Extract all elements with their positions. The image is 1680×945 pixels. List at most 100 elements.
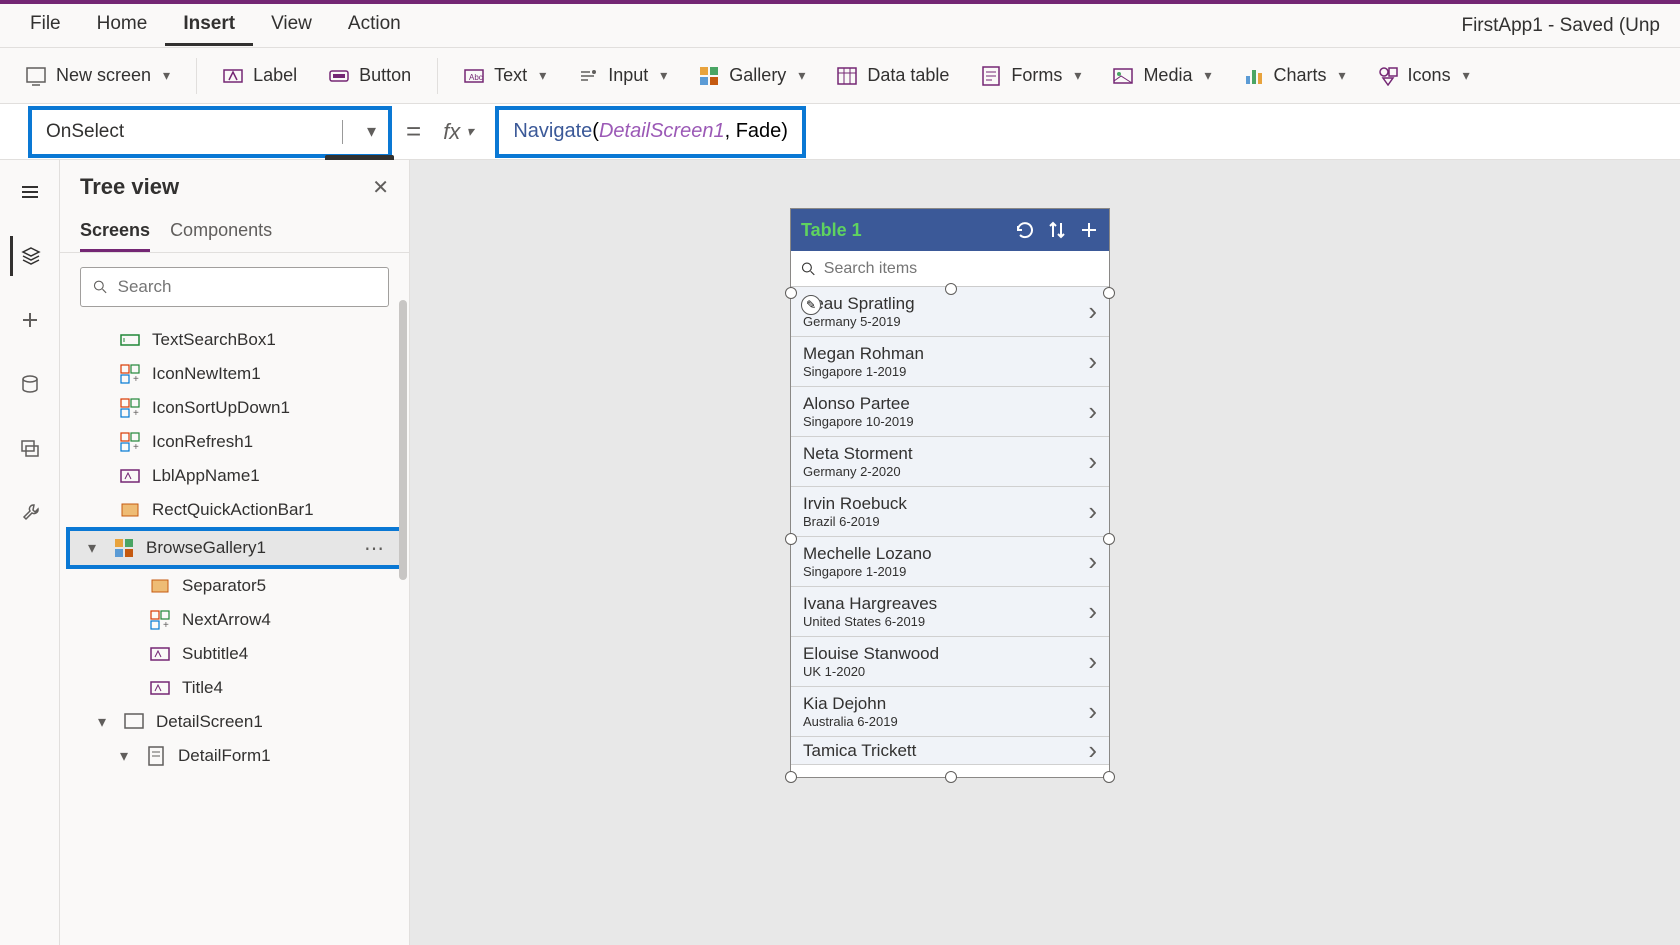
fx-label: fx [443,119,460,145]
tree-item-label: Subtitle4 [182,644,248,664]
phone-search-input[interactable] [824,260,1099,278]
selection-handle[interactable] [785,287,797,299]
tree-item-rectquickactionbar1[interactable]: RectQuickActionBar1 [60,493,409,527]
phone-search[interactable] [791,251,1109,287]
selection-handle[interactable] [1103,533,1115,545]
tree-item-separator5[interactable]: Separator5 [60,569,409,603]
selection-handle[interactable] [1103,287,1115,299]
menu-insert[interactable]: Insert [165,5,253,46]
row-title: Tamica Trickett [803,741,1088,761]
menu-action[interactable]: Action [330,5,419,46]
tree-item-lblappname1[interactable]: LblAppName1 [60,459,409,493]
chevron-right-icon: › [1088,646,1097,677]
tree-item-detailscreen1[interactable]: ▾DetailScreen1 [60,705,409,739]
gallery-row[interactable]: Alonso ParteeSingapore 10-2019› [791,387,1109,437]
tree-view-button[interactable] [10,236,50,276]
media-button[interactable]: Media ▾ [1099,59,1225,92]
menu-view[interactable]: View [253,5,330,46]
tree-item-detailform1[interactable]: ▾DetailForm1 [60,739,409,773]
hamburger-button[interactable] [10,172,50,212]
media-rail-button[interactable] [10,428,50,468]
tree-item-iconrefresh1[interactable]: +IconRefresh1 [60,425,409,459]
label-icon [223,66,243,86]
row-subtitle: Brazil 6-2019 [803,514,1088,529]
menu-home[interactable]: Home [79,5,166,46]
input-button[interactable]: Input ▾ [564,59,681,92]
selection-handle[interactable] [945,283,957,295]
tree-item-browsegallery1[interactable]: ▾BrowseGallery1⋯ [66,527,403,569]
media-rail-icon [20,438,40,458]
fx-button[interactable]: fx ▾ [435,119,481,145]
sort-icon[interactable] [1047,220,1067,240]
new-screen-button[interactable]: New screen ▾ [12,59,184,92]
tree-view-panel: Tree view ✕ Screens Components TextSearc… [60,160,410,945]
canvas[interactable]: Table 1 Beau SpratlingGermany 5-2019›Meg… [410,160,1680,945]
tree-list: TextSearchBox1+IconNewItem1+IconSortUpDo… [60,321,409,775]
gallery-row[interactable]: Tamica Trickett› [791,737,1109,765]
gallery-row[interactable]: Ivana HargreavesUnited States 6-2019› [791,587,1109,637]
selection-handle[interactable] [1103,771,1115,783]
data-rail-button[interactable] [10,364,50,404]
label-icon [120,466,140,486]
svg-text:+: + [133,374,139,384]
tree-item-nextarrow4[interactable]: +NextArrow4 [60,603,409,637]
forms-button[interactable]: Forms ▾ [967,59,1095,92]
chevron-icon: ▾ [120,746,134,766]
selection-handle[interactable] [785,533,797,545]
gallery-button[interactable]: Gallery ▾ [685,59,819,92]
data-table-icon [837,66,857,86]
data-table-button[interactable]: Data table [823,59,963,92]
refresh-icon[interactable] [1015,220,1035,240]
charts-label: Charts [1274,65,1327,86]
text-icon: Abc [464,66,484,86]
row-title: Kia Dejohn [803,694,1088,714]
gallery[interactable]: Beau SpratlingGermany 5-2019›Megan Rohma… [791,287,1109,765]
selection-handle[interactable] [785,771,797,783]
tab-components[interactable]: Components [170,212,272,252]
gallery-row[interactable]: Mechelle LozanoSingapore 1-2019› [791,537,1109,587]
tree-item-label: Separator5 [182,576,266,596]
tree-item-title4[interactable]: Title4 [60,671,409,705]
insert-rail-button[interactable] [10,300,50,340]
button-label: Button [359,65,411,86]
gallery-row[interactable]: Kia DejohnAustralia 6-2019› [791,687,1109,737]
scrollbar[interactable] [399,300,407,580]
property-selector[interactable]: OnSelect ▾ Property [28,106,392,158]
close-button[interactable]: ✕ [372,175,389,200]
edit-template-icon[interactable]: ✎ [801,295,821,315]
hamburger-icon [20,182,40,202]
tools-rail-button[interactable] [10,492,50,532]
selection-handle[interactable] [945,771,957,783]
charts-button[interactable]: Charts ▾ [1230,59,1360,92]
gallery-row[interactable]: Neta StormentGermany 2-2020› [791,437,1109,487]
row-subtitle: Germany 5-2019 [803,314,1088,329]
icons-button[interactable]: Icons ▾ [1364,59,1484,92]
tree-item-textsearchbox1[interactable]: TextSearchBox1 [60,323,409,357]
tree-item-iconsortupdown1[interactable]: +IconSortUpDown1 [60,391,409,425]
row-title: Elouise Stanwood [803,644,1088,664]
tab-screens[interactable]: Screens [80,212,150,252]
button-icon [329,66,349,86]
tree-search[interactable] [80,267,389,307]
text-button[interactable]: Abc Text ▾ [450,59,560,92]
formula-input[interactable]: Navigate(DetailScreen1, Fade) [495,106,806,158]
gallery-row[interactable]: Elouise StanwoodUK 1-2020› [791,637,1109,687]
label-button[interactable]: Label [209,59,311,92]
separator [437,58,438,94]
app-header-title: Table 1 [801,220,1003,241]
database-icon [20,374,40,394]
chevron-icon: ▾ [98,712,112,732]
chevron-down-icon: ▾ [1463,67,1470,84]
button-button[interactable]: Button [315,59,425,92]
tree-search-input[interactable] [118,277,376,297]
menu-file[interactable]: File [12,5,79,46]
gallery-row[interactable]: Megan RohmanSingapore 1-2019› [791,337,1109,387]
add-icon[interactable] [1079,220,1099,240]
media-icon [1113,66,1133,86]
more-button[interactable]: ⋯ [364,536,385,561]
group-icon: + [150,610,170,630]
chevron-down-icon: ▾ [539,67,546,84]
tree-item-iconnewitem1[interactable]: +IconNewItem1 [60,357,409,391]
tree-item-subtitle4[interactable]: Subtitle4 [60,637,409,671]
gallery-row[interactable]: Irvin RoebuckBrazil 6-2019› [791,487,1109,537]
